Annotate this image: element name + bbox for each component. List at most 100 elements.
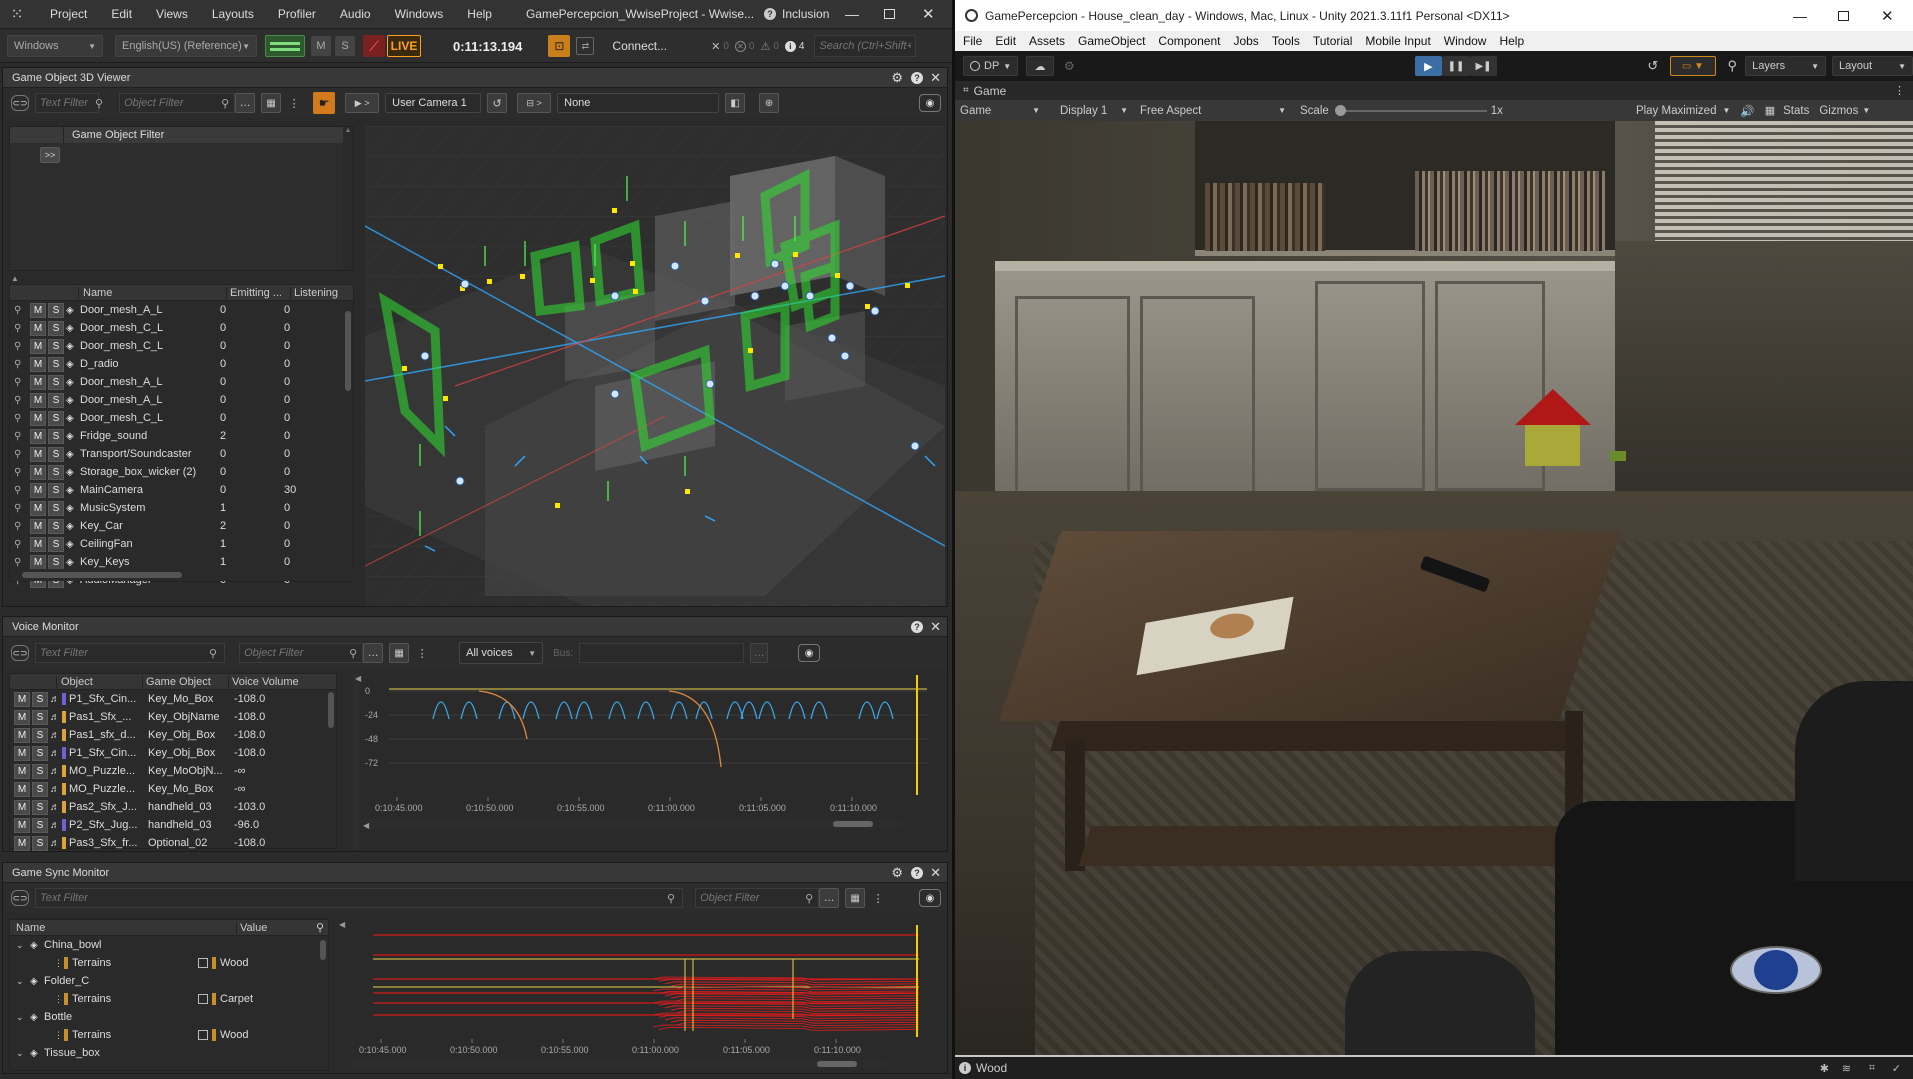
minimize-icon[interactable]: — (1793, 8, 1807, 24)
pin-icon[interactable]: ⚲ (14, 521, 26, 532)
solo-button[interactable]: S (48, 428, 64, 444)
solo-button[interactable]: S (32, 745, 48, 761)
pin-icon[interactable]: ⚲ (14, 413, 26, 424)
solo-button[interactable]: S (48, 302, 64, 318)
scroll-thumb[interactable] (345, 311, 351, 391)
table-row[interactable]: ⚲ M S ◈ Fridge_sound 2 0 (10, 427, 353, 445)
table-row[interactable]: ⚲ M S ◈ CeilingFan 1 0 (10, 535, 353, 553)
tree-gameobject-row[interactable]: ⌄ ◈ Bottle (10, 1008, 328, 1026)
cloud-button[interactable]: ☁ (1026, 56, 1054, 76)
collab-dropdown[interactable]: ▭ ▼ (1670, 56, 1716, 76)
browse-button[interactable]: … (363, 643, 384, 663)
solo-button[interactable]: S (48, 500, 64, 516)
step-button[interactable]: ▶❚ (1469, 56, 1498, 76)
close-icon[interactable]: ✕ (922, 5, 935, 23)
none-select[interactable]: None (557, 93, 720, 113)
voice-text-filter[interactable] (35, 643, 225, 663)
menu-component[interactable]: Component (1158, 34, 1220, 48)
table-row[interactable]: M S ♬ Pas1_sfx_d... Key_Obj_Box -108.0 (10, 726, 336, 744)
menu-windows[interactable]: Windows (395, 7, 444, 21)
search-icon[interactable]: ⚲ (1728, 58, 1738, 74)
solo-button[interactable]: S (32, 835, 48, 851)
live-button[interactable]: LIVE (387, 35, 421, 57)
table-row[interactable]: M S ♬ MO_Puzzle... Key_MoObjN... -∞ (10, 762, 336, 780)
capture-button[interactable]: ⊡ (548, 35, 571, 57)
chevron-down-icon[interactable]: ⌄ (16, 1048, 30, 1059)
mute-button[interactable]: M (30, 464, 46, 480)
game-view[interactable] (955, 121, 1913, 1055)
platform-select[interactable]: Windows ▼ (7, 35, 103, 57)
gear-icon[interactable]: ⚙ (891, 865, 903, 881)
link-icon[interactable]: ⊂⊃ (11, 890, 29, 906)
mute-button[interactable]: M (30, 554, 46, 570)
pin-icon[interactable]: ⚲ (14, 377, 26, 388)
pin-icon[interactable]: ⚲ (14, 341, 26, 352)
menu-gameobject[interactable]: GameObject (1078, 34, 1145, 48)
solo-button[interactable]: S (32, 727, 48, 743)
splitter-arrow-icon[interactable]: ▲ (11, 274, 19, 283)
camera-select[interactable]: User Camera 1 (385, 93, 482, 113)
eye-icon[interactable]: ◉ (798, 644, 821, 662)
mute-button[interactable]: M (30, 536, 46, 552)
col-name[interactable]: Name (10, 922, 236, 934)
warning-icon[interactable]: ⚠ (760, 40, 770, 53)
pin-icon[interactable]: ⚲ (14, 431, 26, 442)
tree-switch-row[interactable]: ⋮ Terrains Wood (10, 954, 328, 972)
mute-button[interactable]: M (30, 428, 46, 444)
scroll-thumb[interactable] (328, 692, 334, 728)
pin-icon[interactable]: ⚲ (14, 467, 26, 478)
table-scrollbar-v[interactable] (343, 301, 353, 567)
mute-button[interactable]: M (14, 691, 30, 707)
gizmos-dropdown[interactable]: Gizmos ▼ (1819, 105, 1870, 117)
table-row[interactable]: ⚲ M S ◈ Door_mesh_A_L 0 0 (10, 391, 353, 409)
settings-cog-icon[interactable]: ⚙ (1064, 59, 1075, 73)
go3d-viewport[interactable] (365, 126, 945, 606)
switch-checkbox[interactable] (198, 994, 208, 1004)
solo-button[interactable]: S (48, 320, 64, 336)
tree-switch-row[interactable]: ⋮ Terrains Carpet (10, 990, 328, 1008)
voice-object-filter[interactable] (239, 643, 364, 663)
scale-slider-handle[interactable] (1334, 104, 1346, 116)
solo-all-button[interactable]: S (335, 36, 355, 56)
voice-graph[interactable]: ◀ 0 -24 -48 -72 0:10:45.000 0:10:50.000 0:10:55… (353, 673, 945, 849)
col-object[interactable]: Object (56, 675, 142, 688)
filter-options-icon[interactable]: ▦ (845, 888, 866, 908)
table-row[interactable]: M S ♬ P1_Sfx_Cin... Key_Obj_Box -108.0 (10, 744, 336, 762)
wwise-logo-icon[interactable]: ⁙ (0, 5, 34, 23)
mute-button[interactable]: M (30, 446, 46, 462)
play-mode-dropdown[interactable]: Play Maximized ▼ (1636, 105, 1730, 117)
go3d-text-filter[interactable] (35, 93, 99, 113)
mute-button[interactable]: M (14, 709, 30, 725)
browse-button[interactable]: … (235, 93, 256, 113)
go3d-object-filter[interactable] (119, 93, 236, 113)
menu-audio[interactable]: Audio (340, 7, 371, 21)
table-row[interactable]: ⚲ M S ◈ Storage_box_wicker (2) 0 0 (10, 463, 353, 481)
debug-icon[interactable]: ✱ (1820, 1062, 1829, 1075)
eye-icon[interactable]: ◉ (919, 94, 941, 112)
menu-jobs[interactable]: Jobs (1233, 34, 1258, 48)
follow-listener-button[interactable]: ☛ (313, 92, 336, 114)
grid-icon[interactable]: ▦ (1765, 104, 1775, 117)
solo-button[interactable]: S (48, 554, 64, 570)
history-icon[interactable]: ↺ (1647, 58, 1658, 74)
mute-button[interactable]: M (14, 727, 30, 743)
speaker-icon[interactable]: 🔊 (1740, 104, 1754, 118)
layout-toggle-button[interactable] (265, 35, 305, 57)
tree-switch-row[interactable]: ⋮ Terrains Wood (10, 1026, 328, 1044)
network-icon[interactable]: ⌗ (1869, 1062, 1875, 1075)
table-row[interactable]: ⚲ M S ◈ MusicSystem 1 0 (10, 499, 353, 517)
error-icon[interactable]: ✕ (734, 40, 746, 52)
table-row[interactable]: ⚲ M S ◈ Door_mesh_A_L 0 0 (10, 301, 353, 319)
mute-button[interactable]: M (14, 799, 30, 815)
scroll-thumb[interactable] (22, 572, 182, 578)
close-panel-icon[interactable]: ✕ (930, 865, 941, 881)
table-scrollbar-v[interactable] (318, 936, 328, 1070)
table-row[interactable]: ⚲ M S ◈ Door_mesh_A_L 0 0 (10, 373, 353, 391)
clear-icon[interactable]: ✕ (711, 40, 720, 53)
table-row[interactable]: M S ♬ Pas2_Sfx_J... handheld_03 -103.0 (10, 798, 336, 816)
table-row[interactable]: M S ♬ Pas1_Sfx_... Key_ObjName -108.0 (10, 708, 336, 726)
check-icon[interactable]: ✓ (1892, 1062, 1901, 1075)
status-message[interactable]: Wood (976, 1061, 1007, 1075)
bus-input[interactable] (579, 643, 745, 663)
solo-button[interactable]: S (32, 817, 48, 833)
